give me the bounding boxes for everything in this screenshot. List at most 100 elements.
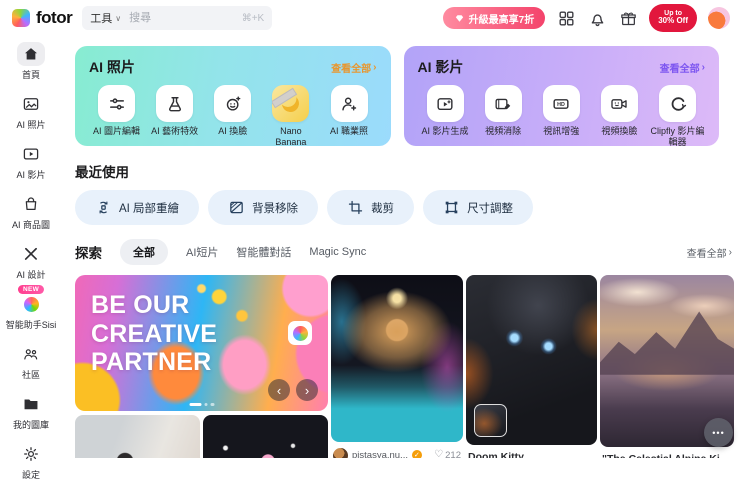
card-title: AI 影片 xyxy=(417,59,464,75)
tool-label: 視頻消除 xyxy=(485,126,522,136)
image-variant-thumbnail[interactable] xyxy=(474,404,507,437)
chevron-right-icon: › xyxy=(701,61,705,73)
tools-dropdown-label: 工具 xyxy=(90,13,113,25)
explore-view-all-link[interactable]: 查看全部 › xyxy=(687,245,732,260)
post-title[interactable]: Doom Kitty... xyxy=(466,445,597,458)
verified-badge-icon: ✓ xyxy=(411,450,422,458)
recent-tool-bg-remove[interactable]: 背景移除 xyxy=(208,190,319,225)
search-input[interactable] xyxy=(127,11,236,25)
gallery-image-red-carpet[interactable] xyxy=(203,415,328,458)
ai-photo-card: AI 照片 查看全部 › AI 圖片編輯 AI 藝術特效 AI 換臉 Nano … xyxy=(75,46,391,149)
avatar[interactable] xyxy=(333,447,348,458)
post-username[interactable]: pistasya.nu... xyxy=(352,450,408,459)
tool-video-object-removal[interactable]: 視頻消除 xyxy=(476,85,531,149)
tool-video-face-swap[interactable]: 視頻換臉 xyxy=(592,85,647,149)
main-content: AI 照片 查看全部 › AI 圖片編輯 AI 藝術特效 AI 換臉 Nano … xyxy=(62,36,740,458)
tool-label: 視頻換臉 xyxy=(601,126,638,136)
tool-label: 視訊增強 xyxy=(543,126,580,136)
sidebar-item-community[interactable]: 社區 xyxy=(2,342,60,381)
sidebar-item-label: 智能助手Sisi xyxy=(5,320,57,330)
recent-tool-label: 背景移除 xyxy=(252,202,299,215)
heart-icon: ♡ xyxy=(434,449,444,459)
tool-clipfly-editor[interactable]: Clipfly 影片編輯器 xyxy=(650,85,705,149)
library-folder-icon xyxy=(17,392,45,416)
home-icon xyxy=(17,42,45,66)
tab-all[interactable]: 全部 xyxy=(120,239,168,265)
tool-ai-headshot[interactable]: AI 職業照 xyxy=(322,85,377,149)
sidebar-item-home[interactable]: 首頁 xyxy=(2,42,60,81)
tool-label: AI 影片生成 xyxy=(421,126,469,136)
likes-count[interactable]: ♡ 212 xyxy=(434,450,461,459)
more-options-button[interactable]: ••• xyxy=(704,418,733,447)
tool-ai-art-effects[interactable]: AI 藝術特效 xyxy=(147,85,202,149)
explore-title: 探索 xyxy=(75,246,102,261)
tool-nano-banana[interactable]: Nano Banana xyxy=(263,85,318,149)
upgrade-button-label: 升級最高享7折 xyxy=(468,14,535,26)
carousel-dots[interactable] xyxy=(189,402,214,406)
tool-label: AI 換臉 xyxy=(218,126,248,136)
recent-tool-inpaint[interactable]: AI 局部重繪 xyxy=(75,190,200,225)
sidebar: 首頁 AI 照片 AI 影片 AI 商品圖 AI 設計 NEW 智能助手Sisi… xyxy=(0,36,62,480)
recent-tool-label: 裁剪 xyxy=(371,202,395,215)
upgrade-button[interactable]: 升級最高享7折 xyxy=(442,7,546,29)
sidebar-item-ai-video[interactable]: AI 影片 xyxy=(2,142,60,181)
tools-dropdown[interactable]: 工具 ∨ xyxy=(90,10,121,26)
video-camera-face-icon xyxy=(600,85,638,122)
recent-tool-label: 尺寸調整 xyxy=(467,202,514,215)
recent-section-title: 最近使用 xyxy=(75,165,129,180)
tab-ai-shorts[interactable]: AI短片 xyxy=(186,244,218,260)
apps-grid-icon[interactable] xyxy=(556,8,576,28)
video-generate-icon xyxy=(426,85,464,122)
video-view-all-link[interactable]: 查看全部 › xyxy=(660,60,705,75)
card-title: AI 照片 xyxy=(89,59,135,75)
gift-icon[interactable] xyxy=(618,8,638,28)
tool-ai-face-swap[interactable]: AI 換臉 xyxy=(205,85,260,149)
tool-ai-video-generate[interactable]: AI 影片生成 xyxy=(418,85,473,149)
svg-text:HD: HD xyxy=(557,102,565,108)
banner-headline: BE OUR CREATIVE PARTNER xyxy=(91,291,218,376)
gallery-image-doom-kitty[interactable] xyxy=(466,275,597,445)
tool-ai-image-edit[interactable]: AI 圖片編輯 xyxy=(89,85,144,149)
sidebar-item-settings[interactable]: 設定 xyxy=(2,442,60,481)
settings-gear-icon xyxy=(17,442,45,466)
creative-partner-banner[interactable]: BE OUR CREATIVE PARTNER ‹ › xyxy=(75,275,328,411)
sidebar-item-label: 設定 xyxy=(21,470,40,480)
feature-cards-row: AI 照片 查看全部 › AI 圖片編輯 AI 藝術特效 AI 換臉 Nano … xyxy=(75,46,734,149)
fotor-logo[interactable]: fotor xyxy=(12,8,73,28)
design-tools-icon xyxy=(17,242,45,266)
headshot-person-icon xyxy=(330,85,368,122)
bg-remove-icon xyxy=(228,199,245,216)
carousel-next-button[interactable]: › xyxy=(296,379,318,401)
ai-video-icon xyxy=(17,142,45,166)
explore-header: 探索 全部 AI短片 智能體對話 Magic Sync 查看全部 › xyxy=(75,239,732,265)
gallery-image-vintage-couple[interactable] xyxy=(75,415,200,458)
recent-tool-resize[interactable]: 尺寸調整 xyxy=(423,190,534,225)
sidebar-item-label: AI 照片 xyxy=(16,120,46,130)
view-all-label: 查看全部 xyxy=(659,63,700,75)
sidebar-item-ai-design[interactable]: AI 設計 xyxy=(2,242,60,281)
search-bar[interactable]: 工具 ∨ ⌘+K xyxy=(82,6,273,30)
sidebar-item-ai-product[interactable]: AI 商品圖 xyxy=(2,192,60,231)
post-title[interactable]: "The Celestial Alpine Kingdom... xyxy=(600,447,734,458)
community-icon xyxy=(17,342,45,366)
sidebar-item-label: 社區 xyxy=(21,370,40,380)
tool-video-enhance[interactable]: HD 視訊增強 xyxy=(534,85,589,149)
gallery-column-3: Doom Kitty... T... ♡ 5 xyxy=(466,275,597,458)
discount-offer-button[interactable]: Up to 30% Off xyxy=(649,4,697,32)
user-avatar[interactable] xyxy=(708,7,730,29)
explore-gallery: BE OUR CREATIVE PARTNER ‹ › pistasya.nu.… xyxy=(75,275,734,458)
sidebar-item-label: AI 商品圖 xyxy=(11,220,50,230)
notifications-bell-icon[interactable] xyxy=(587,8,607,28)
tab-agent-chat[interactable]: 智能體對話 xyxy=(236,244,291,260)
photo-view-all-link[interactable]: 查看全部 › xyxy=(331,60,376,75)
sidebar-item-sisi-assistant[interactable]: NEW 智能助手Sisi xyxy=(2,285,60,331)
gallery-image-crown-portrait[interactable] xyxy=(331,275,463,442)
recent-tool-crop[interactable]: 裁剪 xyxy=(327,190,415,225)
sidebar-item-my-library[interactable]: 我的圖庫 xyxy=(2,392,60,431)
fotor-logo-tile-icon xyxy=(288,321,312,345)
carousel-prev-button[interactable]: ‹ xyxy=(268,379,290,401)
sidebar-item-ai-photo[interactable]: AI 照片 xyxy=(2,92,60,131)
top-bar: fotor 工具 ∨ ⌘+K 升級最高享7折 xyxy=(0,0,740,36)
post-meta-row: pistasya.nu... ✓ ♡ 212 xyxy=(331,442,463,458)
tab-magic-sync[interactable]: Magic Sync xyxy=(309,246,366,258)
